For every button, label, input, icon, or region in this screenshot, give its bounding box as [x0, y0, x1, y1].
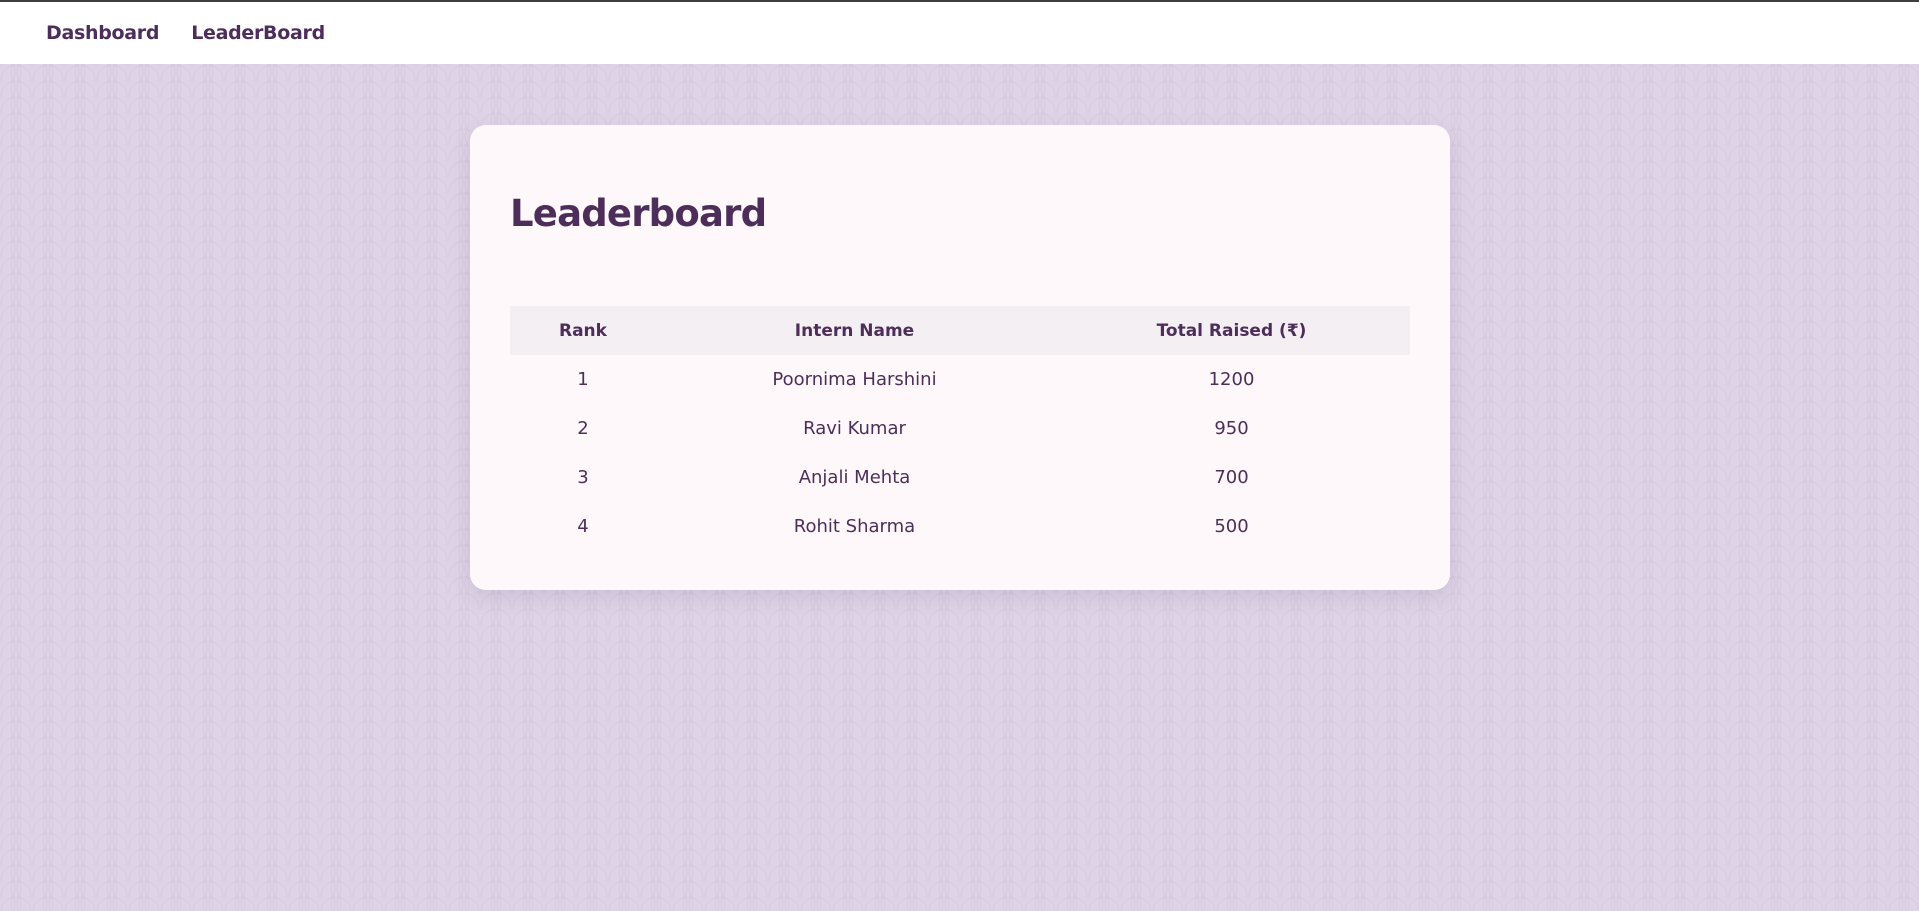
- nav-link-dashboard[interactable]: Dashboard: [46, 22, 159, 44]
- intern-name-cell: Anjali Mehta: [798, 467, 911, 488]
- total-raised-cell: 500: [1214, 516, 1249, 537]
- leaderboard-card: Leaderboard Rank Intern Name Total Raise…: [470, 125, 1450, 590]
- intern-name-cell: Ravi Kumar: [803, 418, 906, 439]
- nav-link-leaderboard[interactable]: LeaderBoard: [191, 22, 325, 44]
- table-row: 2 Ravi Kumar 950: [510, 404, 1410, 453]
- intern-name-cell: Rohit Sharma: [793, 516, 916, 537]
- table-body: 1 Poornima Harshini 1200 2 Ravi Kumar 95…: [510, 355, 1410, 551]
- column-header-rank: Rank: [559, 320, 607, 341]
- top-navbar: Dashboard LeaderBoard: [0, 2, 1919, 64]
- rank-cell: 3: [577, 467, 589, 488]
- table-header: Rank Intern Name Total Raised (₹): [510, 306, 1410, 355]
- rank-cell: 4: [577, 516, 589, 537]
- page-title: Leaderboard: [510, 192, 767, 235]
- total-raised-cell: 950: [1214, 418, 1249, 439]
- total-raised-cell: 700: [1214, 467, 1249, 488]
- rank-cell: 2: [577, 418, 589, 439]
- total-raised-cell: 1200: [1208, 369, 1255, 390]
- intern-name-cell: Poornima Harshini: [772, 369, 937, 390]
- column-header-total-raised: Total Raised (₹): [1156, 320, 1307, 341]
- table-header-row: Rank Intern Name Total Raised (₹): [510, 306, 1410, 355]
- table-row: 1 Poornima Harshini 1200: [510, 355, 1410, 404]
- table-row: 4 Rohit Sharma 500: [510, 502, 1410, 551]
- column-header-intern-name: Intern Name: [794, 320, 915, 341]
- table-row: 3 Anjali Mehta 700: [510, 453, 1410, 502]
- rank-cell: 1: [577, 369, 589, 390]
- leaderboard-table: Rank Intern Name Total Raised (₹) 1 Poor…: [510, 306, 1410, 551]
